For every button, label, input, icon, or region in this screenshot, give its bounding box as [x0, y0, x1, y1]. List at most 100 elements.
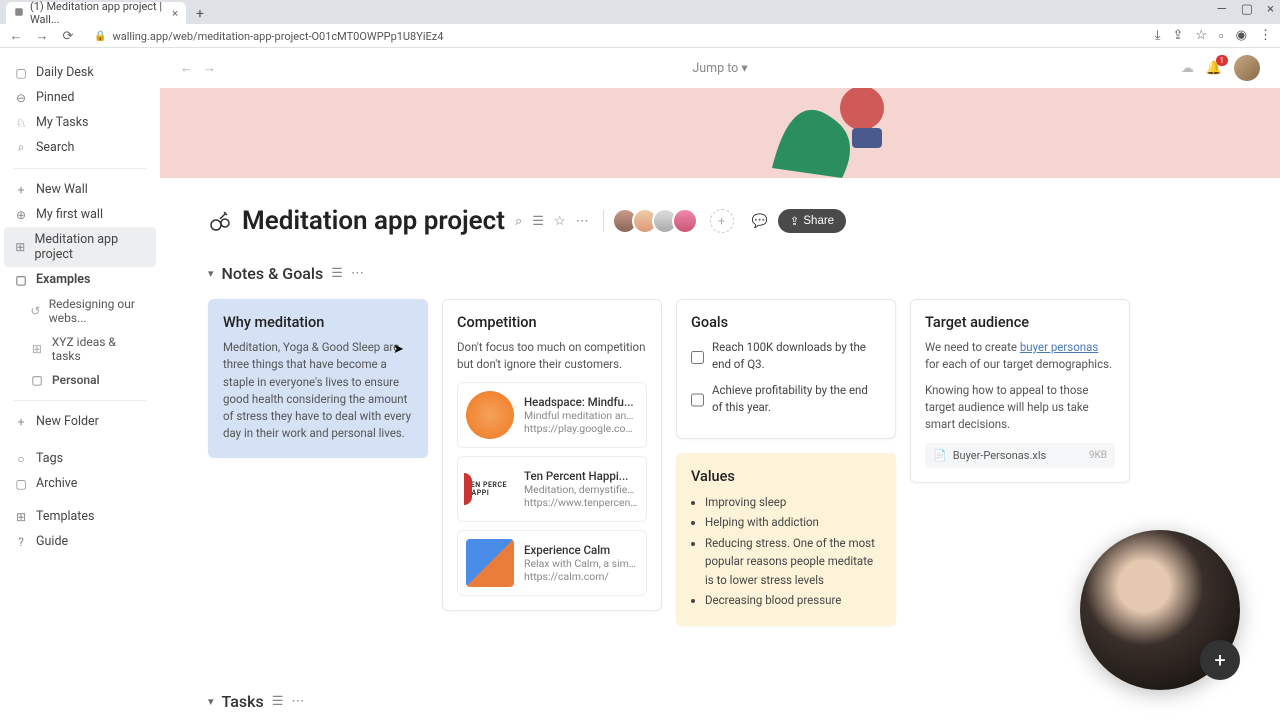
new-tab-button[interactable]: +: [190, 4, 210, 24]
nav-back-icon[interactable]: ←: [180, 60, 193, 76]
card-target-audience[interactable]: Target audience We need to create buyer …: [910, 299, 1130, 483]
goal-item[interactable]: Achieve profitability by the end of this…: [691, 382, 881, 417]
file-attachment[interactable]: 📄 Buyer-Personas.xls 9KB: [925, 443, 1115, 468]
wall-icon: ⊕: [14, 208, 28, 222]
section-more-icon[interactable]: ⋯: [291, 694, 304, 709]
sidebar-guide[interactable]: ?Guide: [0, 529, 160, 554]
card-body: Don't focus too much on competition but …: [457, 339, 647, 374]
profile-icon[interactable]: ◉: [1236, 28, 1247, 44]
sidebar-pinned[interactable]: ⊖Pinned: [0, 85, 160, 110]
folder-icon: ▢: [30, 373, 44, 387]
sidebar-templates[interactable]: ⊞Templates: [0, 504, 160, 529]
user-avatar[interactable]: [1234, 55, 1260, 81]
cloud-sync-icon[interactable]: ☁: [1181, 61, 1194, 76]
section-title: Notes & Goals: [222, 264, 324, 283]
file-name: Buyer-Personas.xls: [953, 449, 1046, 462]
card-body: Meditation, Yoga & Good Sleep are three …: [223, 339, 413, 443]
install-icon[interactable]: ⤓: [1155, 28, 1161, 44]
sidebar-search[interactable]: ⌕Search: [0, 135, 160, 160]
templates-icon: ⊞: [14, 510, 28, 524]
plus-icon: +: [14, 415, 28, 429]
link-desc: Mindful meditation and r...: [524, 409, 638, 422]
star-icon[interactable]: ☆: [1195, 28, 1207, 44]
value-item: Decreasing blood pressure: [705, 591, 881, 609]
link-calm[interactable]: Experience Calm Relax with Calm, a simpl…: [457, 530, 647, 596]
browser-tab[interactable]: (1) Meditation app project | Wall... ×: [6, 2, 186, 24]
card-goals[interactable]: Goals Reach 100K downloads by the end of…: [676, 299, 896, 439]
link-url: https://www.tenpercent...: [524, 496, 638, 509]
section-filter-icon[interactable]: ☰: [272, 694, 284, 709]
sidebar-my-first-wall[interactable]: ⊕My first wall: [0, 202, 160, 227]
banner-illustration: [742, 88, 942, 178]
add-collaborator-button[interactable]: +: [710, 209, 734, 233]
section-notes-goals-header[interactable]: ▾ Notes & Goals ☰ ⋯: [160, 246, 1280, 291]
link-tenpercent[interactable]: TEN PERCE HAPPI Ten Percent Happi... Med…: [457, 456, 647, 522]
sidebar-daily-desk[interactable]: ▢Daily Desk: [0, 60, 160, 85]
favicon-icon: [14, 7, 24, 19]
card-title: Competition: [457, 314, 647, 331]
value-item: Helping with addiction: [705, 513, 881, 531]
reload-icon[interactable]: ⟳: [60, 29, 76, 44]
section-tasks-header[interactable]: ▾ Tasks ☰ ⋯: [160, 674, 1280, 719]
section-filter-icon[interactable]: ☰: [331, 266, 343, 281]
buyer-personas-link[interactable]: buyer personas: [1020, 340, 1099, 354]
page-title[interactable]: Meditation app project: [242, 206, 505, 236]
values-list: Improving sleep Helping with addiction R…: [691, 493, 881, 609]
avatar[interactable]: [672, 208, 698, 234]
search-page-icon[interactable]: ⌕: [515, 214, 522, 229]
back-icon[interactable]: ←: [8, 28, 24, 44]
comments-icon[interactable]: 💬: [752, 214, 768, 229]
card-title: Goals: [691, 314, 881, 331]
card-competition[interactable]: Competition Don't focus too much on comp…: [442, 299, 662, 611]
favorite-icon[interactable]: ☆: [554, 214, 566, 229]
section-more-icon[interactable]: ⋯: [351, 266, 364, 281]
card-values[interactable]: Values Improving sleep Helping with addi…: [676, 453, 896, 626]
link-desc: Relax with Calm, a simpl...: [524, 557, 638, 570]
link-title: Headspace: Mindfu...: [524, 395, 638, 409]
collaborator-avatars[interactable]: [618, 208, 698, 234]
sidebar-archive[interactable]: ▢Archive: [0, 471, 160, 496]
cover-banner[interactable]: [160, 88, 1280, 178]
card-why-meditation[interactable]: Why meditation Meditation, Yoga & Good S…: [208, 299, 428, 458]
menu-icon[interactable]: ⋮: [1259, 28, 1272, 44]
minimize-icon[interactable]: —: [1217, 2, 1227, 17]
url-input[interactable]: 🔒 walling.app/web/meditation-app-project…: [86, 26, 1145, 46]
goal-checkbox[interactable]: [691, 384, 704, 417]
project-icon: ⊞: [14, 240, 26, 254]
nav-forward-icon[interactable]: →: [203, 60, 216, 76]
close-window-icon[interactable]: ×: [1267, 2, 1274, 17]
add-fab-button[interactable]: +: [1200, 640, 1240, 680]
card-title: Target audience: [925, 314, 1115, 331]
sidebar-personal[interactable]: ▢Personal: [0, 368, 160, 392]
topbar: ← → Jump to ▾ ☁ 🔔1: [160, 48, 1280, 88]
more-icon[interactable]: ⋯: [576, 214, 589, 229]
panel-icon[interactable]: ▫: [1219, 28, 1224, 44]
tab-close-icon[interactable]: ×: [172, 7, 178, 20]
goal-checkbox[interactable]: [691, 341, 704, 374]
goal-item[interactable]: Reach 100K downloads by the end of Q3.: [691, 339, 881, 374]
section-title: Tasks: [222, 692, 264, 711]
sidebar-new-wall[interactable]: +New Wall: [0, 177, 160, 202]
sidebar-xyz-ideas[interactable]: ⊞XYZ ideas & tasks: [0, 330, 160, 368]
share-browser-icon[interactable]: ⇪: [1172, 28, 1183, 44]
forward-icon[interactable]: →: [34, 28, 50, 44]
notifications-icon[interactable]: 🔔1: [1206, 61, 1222, 76]
share-button[interactable]: ⇪Share: [778, 209, 846, 233]
filter-icon[interactable]: ☰: [532, 214, 544, 229]
link-thumb-icon: [466, 391, 514, 439]
value-item: Reducing stress. One of the most popular…: [705, 534, 881, 589]
sidebar-my-tasks[interactable]: ♘My Tasks: [0, 110, 160, 135]
jump-to-button[interactable]: Jump to ▾: [692, 60, 747, 76]
notification-badge: 1: [1216, 55, 1229, 66]
sidebar-tags[interactable]: ○Tags: [0, 446, 160, 471]
link-headspace[interactable]: Headspace: Mindfu... Mindful meditation …: [457, 382, 647, 448]
maximize-icon[interactable]: ▢: [1241, 2, 1253, 17]
sidebar-redesigning[interactable]: ↺Redesigning our webs...: [0, 292, 160, 330]
tab-bar: (1) Meditation app project | Wall... × +…: [0, 0, 1280, 24]
sidebar-new-folder[interactable]: +New Folder: [0, 409, 160, 434]
page-icon[interactable]: [208, 209, 232, 233]
sidebar-examples[interactable]: ▢Examples: [0, 267, 160, 292]
tags-icon: ○: [14, 452, 28, 466]
card-title: Why meditation: [223, 314, 413, 331]
sidebar-meditation-project[interactable]: ⊞Meditation app project: [4, 227, 156, 267]
